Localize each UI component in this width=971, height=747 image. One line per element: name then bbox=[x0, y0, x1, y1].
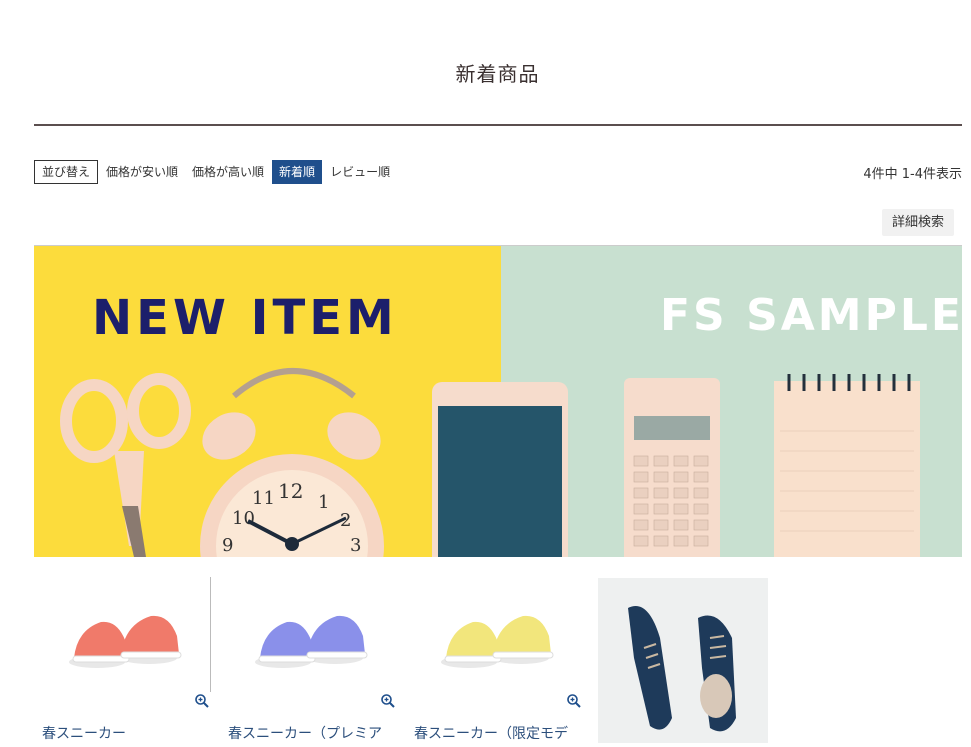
svg-text:9: 9 bbox=[222, 535, 233, 556]
product-card[interactable]: 春スニーカー（限定モデ bbox=[406, 577, 581, 743]
product-name[interactable]: 春スニーカー（プレミア bbox=[228, 723, 388, 743]
product-image[interactable] bbox=[411, 580, 577, 692]
zoom-in-icon[interactable] bbox=[380, 693, 396, 709]
svg-text:3: 3 bbox=[350, 535, 361, 556]
product-image[interactable] bbox=[598, 578, 768, 743]
product-name[interactable]: 春スニーカー bbox=[42, 723, 202, 743]
zoom-in-icon[interactable] bbox=[566, 693, 582, 709]
smartphone-graphic bbox=[432, 382, 568, 557]
title-divider bbox=[34, 124, 962, 126]
result-count: 4件中 1-4件表示 bbox=[863, 167, 962, 182]
product-image[interactable] bbox=[225, 580, 391, 692]
product-card[interactable] bbox=[592, 577, 768, 743]
product-card[interactable]: 春スニーカー bbox=[34, 577, 209, 743]
product-divider bbox=[210, 577, 211, 692]
product-card[interactable]: 春スニーカー（プレミア bbox=[220, 577, 395, 743]
banner-fs-sample-text: FS SAMPLE bbox=[660, 290, 962, 341]
svg-text:12: 12 bbox=[278, 479, 303, 503]
sort-bar: 並び替え 価格が安い順 価格が高い順 新着順 レビュー順 bbox=[34, 159, 397, 185]
zoom-in-icon[interactable] bbox=[194, 693, 210, 709]
product-name[interactable]: 春スニーカー（限定モデ bbox=[414, 723, 574, 743]
calculator-graphic bbox=[624, 378, 720, 557]
product-grid: 春スニーカー 春スニーカー（プレミア 春スニーカー（限定モデ bbox=[34, 577, 794, 743]
sort-label: 並び替え bbox=[34, 160, 99, 184]
notepad-graphic bbox=[774, 374, 920, 557]
sort-newest[interactable]: 新着順 bbox=[272, 160, 323, 184]
sort-price-desc[interactable]: 価格が高い順 bbox=[185, 160, 271, 184]
svg-text:10: 10 bbox=[232, 508, 255, 529]
sort-price-asc[interactable]: 価格が安い順 bbox=[99, 160, 185, 184]
product-image[interactable] bbox=[39, 580, 205, 692]
banner-image: NEW ITEM FS SAMPLE 12 11 1 10 2 9 3 bbox=[34, 246, 962, 557]
svg-text:1: 1 bbox=[318, 492, 329, 513]
advanced-search-button[interactable]: 詳細検索 bbox=[882, 209, 954, 236]
new-item-banner[interactable]: NEW ITEM FS SAMPLE 12 11 1 10 2 9 3 bbox=[34, 245, 962, 557]
page-title: 新着商品 bbox=[455, 62, 540, 86]
sort-review[interactable]: レビュー順 bbox=[323, 160, 397, 184]
banner-new-item-text: NEW ITEM bbox=[92, 290, 398, 346]
svg-text:11: 11 bbox=[252, 488, 275, 509]
